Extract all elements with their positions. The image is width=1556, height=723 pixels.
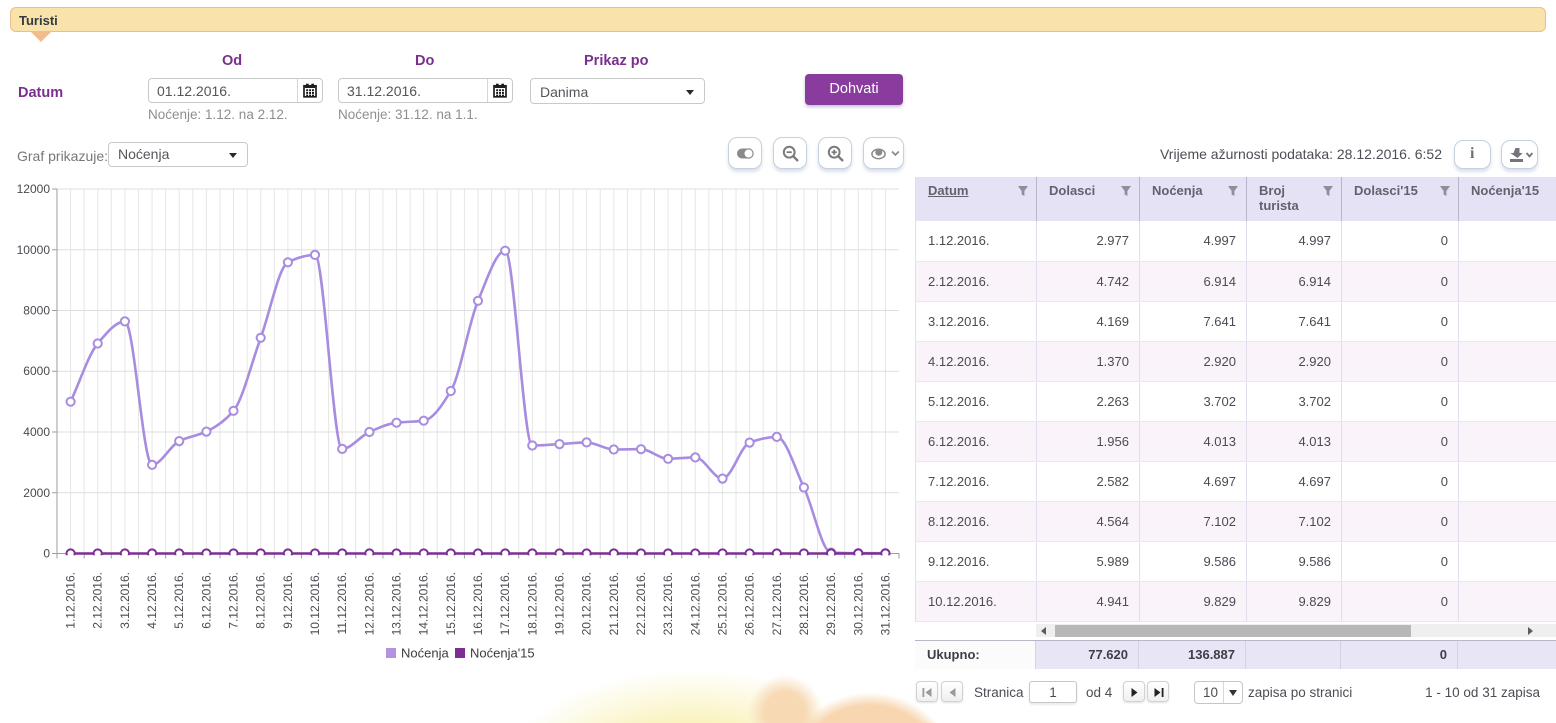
- svg-text:1.12.2016.: 1.12.2016.: [64, 572, 78, 629]
- svg-text:23.12.2016.: 23.12.2016.: [661, 572, 675, 635]
- svg-text:21.12.2016.: 21.12.2016.: [607, 572, 621, 635]
- svg-text:6.12.2016.: 6.12.2016.: [199, 572, 213, 629]
- svg-text:12000: 12000: [17, 182, 51, 196]
- svg-text:17.12.2016.: 17.12.2016.: [498, 572, 512, 635]
- svg-text:18.12.2016.: 18.12.2016.: [525, 572, 539, 635]
- svg-text:25.12.2016.: 25.12.2016.: [716, 572, 730, 635]
- svg-text:30.12.2016.: 30.12.2016.: [851, 572, 865, 635]
- svg-text:4.12.2016.: 4.12.2016.: [145, 572, 159, 629]
- svg-text:9.12.2016.: 9.12.2016.: [281, 572, 295, 629]
- svg-text:7.12.2016.: 7.12.2016.: [227, 572, 241, 629]
- svg-text:5.12.2016.: 5.12.2016.: [172, 572, 186, 629]
- svg-text:27.12.2016.: 27.12.2016.: [770, 572, 784, 635]
- svg-text:11.12.2016.: 11.12.2016.: [335, 572, 349, 635]
- svg-text:4000: 4000: [23, 425, 50, 439]
- svg-text:26.12.2016.: 26.12.2016.: [743, 572, 757, 635]
- svg-text:14.12.2016.: 14.12.2016.: [417, 572, 431, 635]
- svg-text:22.12.2016.: 22.12.2016.: [634, 572, 648, 635]
- svg-text:8000: 8000: [23, 304, 50, 318]
- svg-text:13.12.2016.: 13.12.2016.: [390, 572, 404, 635]
- svg-text:31.12.2016.: 31.12.2016.: [878, 572, 892, 635]
- svg-text:20.12.2016.: 20.12.2016.: [580, 572, 594, 635]
- svg-text:10000: 10000: [17, 243, 51, 257]
- svg-text:12.12.2016.: 12.12.2016.: [362, 572, 376, 635]
- svg-text:8.12.2016.: 8.12.2016.: [254, 572, 268, 629]
- svg-text:Noćenja'15: Noćenja'15: [470, 646, 535, 661]
- svg-text:Noćenja: Noćenja: [401, 646, 449, 661]
- svg-text:29.12.2016.: 29.12.2016.: [824, 572, 838, 635]
- svg-text:2000: 2000: [23, 486, 50, 500]
- svg-text:24.12.2016.: 24.12.2016.: [688, 572, 702, 635]
- svg-text:3.12.2016.: 3.12.2016.: [118, 572, 132, 629]
- svg-text:2.12.2016.: 2.12.2016.: [91, 572, 105, 629]
- svg-text:6000: 6000: [23, 364, 50, 378]
- svg-text:16.12.2016.: 16.12.2016.: [471, 572, 485, 635]
- svg-text:0: 0: [43, 547, 50, 561]
- svg-text:19.12.2016.: 19.12.2016.: [553, 572, 567, 635]
- svg-text:15.12.2016.: 15.12.2016.: [444, 572, 458, 635]
- svg-text:28.12.2016.: 28.12.2016.: [797, 572, 811, 635]
- svg-text:10.12.2016.: 10.12.2016.: [308, 572, 322, 635]
